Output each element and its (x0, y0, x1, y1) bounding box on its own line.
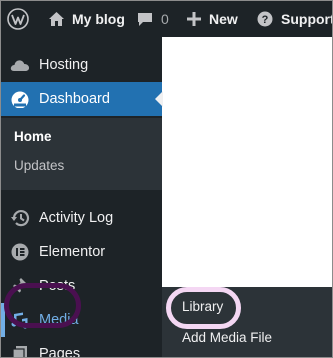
flyout-item-add-media-file[interactable]: Add Media File (182, 330, 272, 345)
library-highlight-ring (166, 287, 241, 329)
current-menu-arrow (155, 91, 163, 107)
submenu-item-home[interactable]: Home (14, 129, 52, 144)
support-link[interactable]: ? Support (257, 1, 333, 37)
browser-frame: My blog 0 New ? Support Hosting Dashboar… (0, 0, 333, 358)
sidebar-item-dashboard[interactable]: Dashboard (1, 82, 163, 116)
admin-bar: My blog 0 New ? Support (1, 1, 332, 37)
history-icon (11, 210, 30, 227)
sidebar-item-label: Hosting (39, 57, 89, 73)
wordpress-icon (7, 8, 29, 30)
new-label: New (209, 11, 238, 27)
help-icon: ? (257, 11, 273, 27)
sidebar-item-label: Pages (39, 346, 81, 358)
sidebar-item-label: Dashboard (39, 91, 110, 107)
sidebar-item-hosting[interactable]: Hosting (1, 48, 162, 82)
site-name-link[interactable]: My blog (48, 1, 125, 37)
media-highlight-ring (4, 283, 81, 328)
support-label: Support (281, 11, 333, 27)
elementor-icon (11, 243, 29, 261)
comment-icon (138, 13, 152, 26)
site-name: My blog (72, 11, 125, 27)
comments-count: 0 (161, 11, 169, 27)
sidebar-item-elementor[interactable]: Elementor (1, 235, 162, 269)
cloud-icon (10, 60, 30, 71)
sidebar-item-activity-log[interactable]: Activity Log (1, 201, 162, 235)
svg-text:?: ? (262, 14, 269, 26)
new-content-button[interactable]: New (187, 1, 238, 37)
dashboard-submenu: Home Updates (1, 118, 162, 190)
submenu-item-updates[interactable]: Updates (14, 158, 64, 173)
dashboard-icon (11, 91, 29, 108)
wordpress-logo-button[interactable] (7, 1, 29, 37)
home-icon (49, 12, 64, 26)
sidebar-item-pages[interactable]: Pages (1, 337, 162, 358)
page-icon (12, 346, 27, 357)
sidebar-item-label: Activity Log (39, 210, 114, 226)
plus-icon (187, 12, 201, 26)
comments-link[interactable]: 0 (137, 1, 169, 37)
sidebar-item-label: Elementor (39, 244, 106, 260)
